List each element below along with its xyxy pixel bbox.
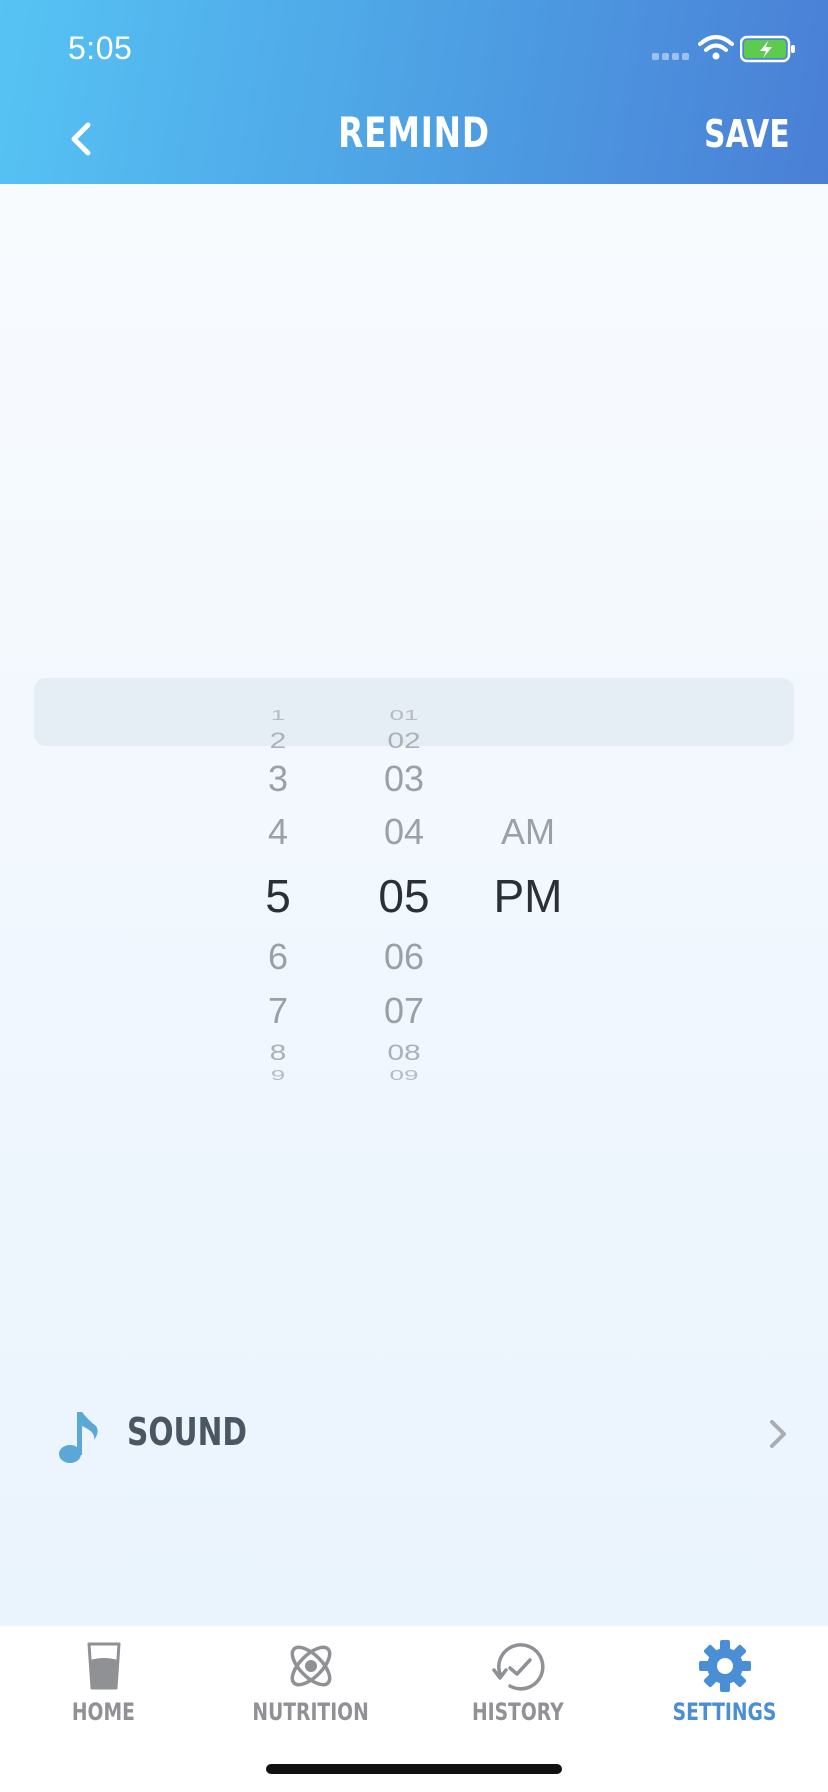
minute-option: 02 [387,728,421,753]
tab-nutrition[interactable]: NUTRITION [207,1626,414,1746]
tab-history[interactable]: HISTORY [414,1626,621,1746]
minute-selected: 05 [378,870,430,922]
wifi-icon [698,35,734,60]
minute-option: 01 [389,706,419,724]
tab-label: HOME [71,1698,135,1726]
hour-option: 4 [267,811,289,852]
tab-settings[interactable]: SETTINGS [621,1626,828,1746]
minute-option: 06 [383,936,425,977]
period-option: AM [501,811,555,852]
minute-option: 03 [383,758,425,799]
sound-label: SOUND [127,1410,248,1454]
hour-selected: 5 [265,870,291,922]
tab-home[interactable]: HOME [0,1626,207,1746]
tab-label: HISTORY [471,1698,564,1726]
header: 5:05 REMIND SAVE [0,0,828,184]
period-selected: PM [493,870,563,922]
music-note-icon [59,1412,98,1463]
minute-option: 09 [389,1066,419,1084]
status-time: 5:05 [68,30,133,66]
hour-option: 9 [270,1066,286,1084]
sound-row[interactable]: SOUND [0,1394,828,1474]
history-icon [491,1643,545,1691]
tab-label: NUTRITION [252,1698,369,1726]
chevron-right-icon [770,1420,786,1448]
glass-icon [87,1642,120,1690]
hour-option: 2 [269,728,287,753]
minute-option: 08 [387,1040,421,1065]
hour-option: 3 [267,758,289,799]
minute-option: 07 [383,990,425,1031]
chevron-left-icon [71,122,91,156]
gear-icon [698,1640,751,1692]
hour-option: 8 [269,1040,287,1065]
hour-option: 1 [270,706,286,724]
save-button[interactable]: SAVE [705,112,790,156]
page-title: REMIND [338,108,490,157]
atom-icon [290,1645,331,1687]
hour-option: 6 [267,936,289,977]
cellular-signal-icon [652,53,689,60]
battery-icon [740,35,795,63]
home-indicator[interactable] [266,1764,562,1774]
minute-option: 04 [383,811,425,852]
tab-label: SETTINGS [672,1698,777,1726]
hour-option: 7 [267,990,289,1031]
